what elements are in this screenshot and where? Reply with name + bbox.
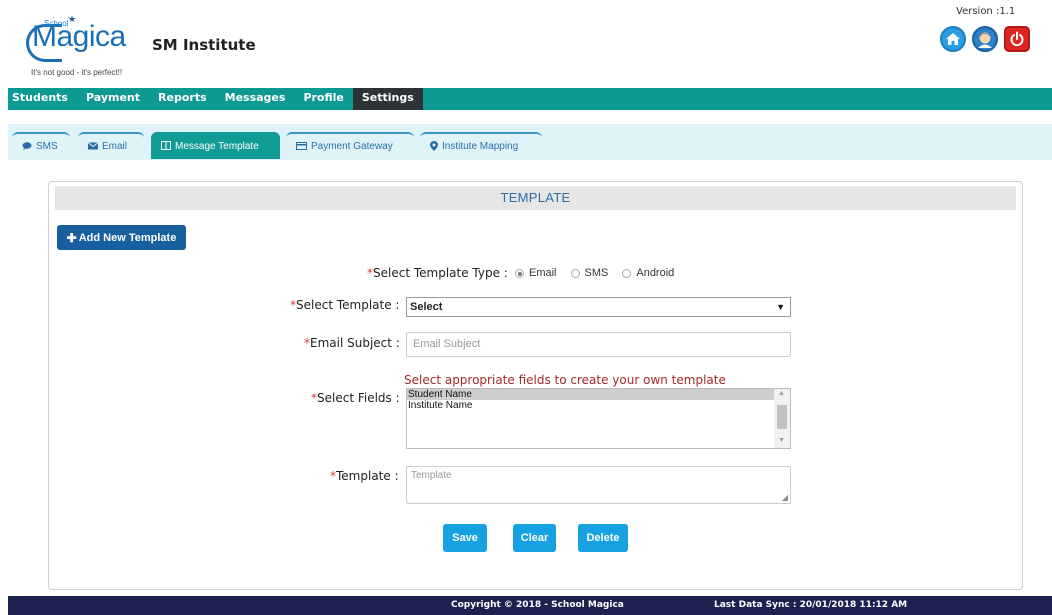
logo-word: Magica (32, 20, 126, 53)
field-option[interactable]: Student Name (407, 389, 774, 400)
template-label: *Template : (330, 469, 399, 483)
select-fields-label: *Select Fields : (311, 391, 400, 405)
listbox-scrollbar[interactable]: ▲ ▼ (774, 389, 790, 448)
scroll-down-icon[interactable]: ▼ (778, 437, 785, 444)
template-textarea[interactable]: Template ◢ (406, 466, 791, 504)
nav-item-reports[interactable]: Reports (149, 88, 216, 110)
tab-email[interactable]: Email (78, 132, 144, 159)
chat-bubble-icon (22, 141, 32, 152)
select-template-dropdown[interactable]: Select ▼ (406, 297, 791, 317)
select-template-label: *Select Template : (290, 298, 400, 312)
last-sync-text: Last Data Sync : 20/01/2018 11:12 AM (714, 600, 908, 610)
delete-button[interactable]: Delete (578, 524, 628, 552)
power-icon[interactable] (1004, 26, 1030, 52)
scroll-thumb[interactable] (777, 405, 787, 429)
tab-message-template[interactable]: Message Template (151, 132, 280, 159)
panel-title: TEMPLATE (55, 186, 1016, 210)
logo-tagline: It's not good - it's perfect!! (31, 68, 123, 77)
select-fields-listbox[interactable]: Student Name Institute Name ▲ ▼ (406, 388, 791, 449)
home-icon[interactable] (940, 26, 966, 52)
envelope-icon (87, 141, 99, 152)
template-type-radio-group: Email SMS Android (515, 267, 688, 279)
settings-tabs: SMS Email Message Template Payment Gatew… (8, 124, 1052, 160)
school-magica-logo[interactable]: · · · School ★ Magica It's not good - it… (26, 12, 156, 80)
tab-institute-mapping[interactable]: Institute Mapping (420, 132, 542, 159)
template-type-label: *Select Template Type : (367, 266, 508, 280)
clear-button[interactable]: Clear (513, 524, 556, 552)
plus-icon: ✚ (66, 230, 77, 245)
email-subject-input[interactable]: Email Subject (406, 332, 791, 357)
credit-card-icon (296, 141, 307, 152)
radio-email[interactable] (515, 268, 524, 278)
scroll-up-icon[interactable]: ▲ (778, 390, 785, 397)
institute-name: SM Institute (152, 36, 256, 54)
columns-icon (161, 141, 171, 152)
save-button[interactable]: Save (443, 524, 487, 552)
tab-payment-gateway[interactable]: Payment Gateway (286, 132, 414, 159)
nav-item-messages[interactable]: Messages (216, 88, 295, 110)
template-panel: TEMPLATE ✚ Add New Template *Select Temp… (48, 181, 1023, 590)
radio-sms[interactable] (570, 268, 580, 278)
version-label: Version :1.1 (956, 6, 1016, 17)
copyright-text: Copyright © 2018 - School Magica (451, 600, 624, 610)
dropdown-arrow-icon: ▼ (776, 302, 785, 312)
tab-sms[interactable]: SMS (12, 132, 70, 159)
app-frame: · · · School ★ Magica It's not good - it… (8, 0, 1052, 615)
nav-item-profile[interactable]: Profile (294, 88, 352, 110)
nav-item-payment[interactable]: Payment (77, 88, 149, 110)
user-icon[interactable] (972, 26, 998, 52)
field-option[interactable]: Institute Name (407, 400, 774, 411)
header: · · · School ★ Magica It's not good - it… (8, 0, 1052, 88)
radio-android[interactable] (622, 268, 632, 278)
resize-grip-icon[interactable]: ◢ (782, 493, 788, 502)
add-new-template-button[interactable]: ✚ Add New Template (57, 225, 186, 250)
main-nav: Students Payment Reports Messages Profil… (8, 88, 1052, 110)
email-subject-label: *Email Subject : (304, 336, 400, 350)
map-marker-icon (430, 140, 438, 153)
nav-item-settings[interactable]: Settings (352, 88, 423, 110)
nav-item-students[interactable]: Students (8, 88, 77, 110)
footer: Copyright © 2018 - School Magica Last Da… (8, 596, 1052, 615)
fields-hint: Select appropriate fields to create your… (404, 373, 726, 387)
